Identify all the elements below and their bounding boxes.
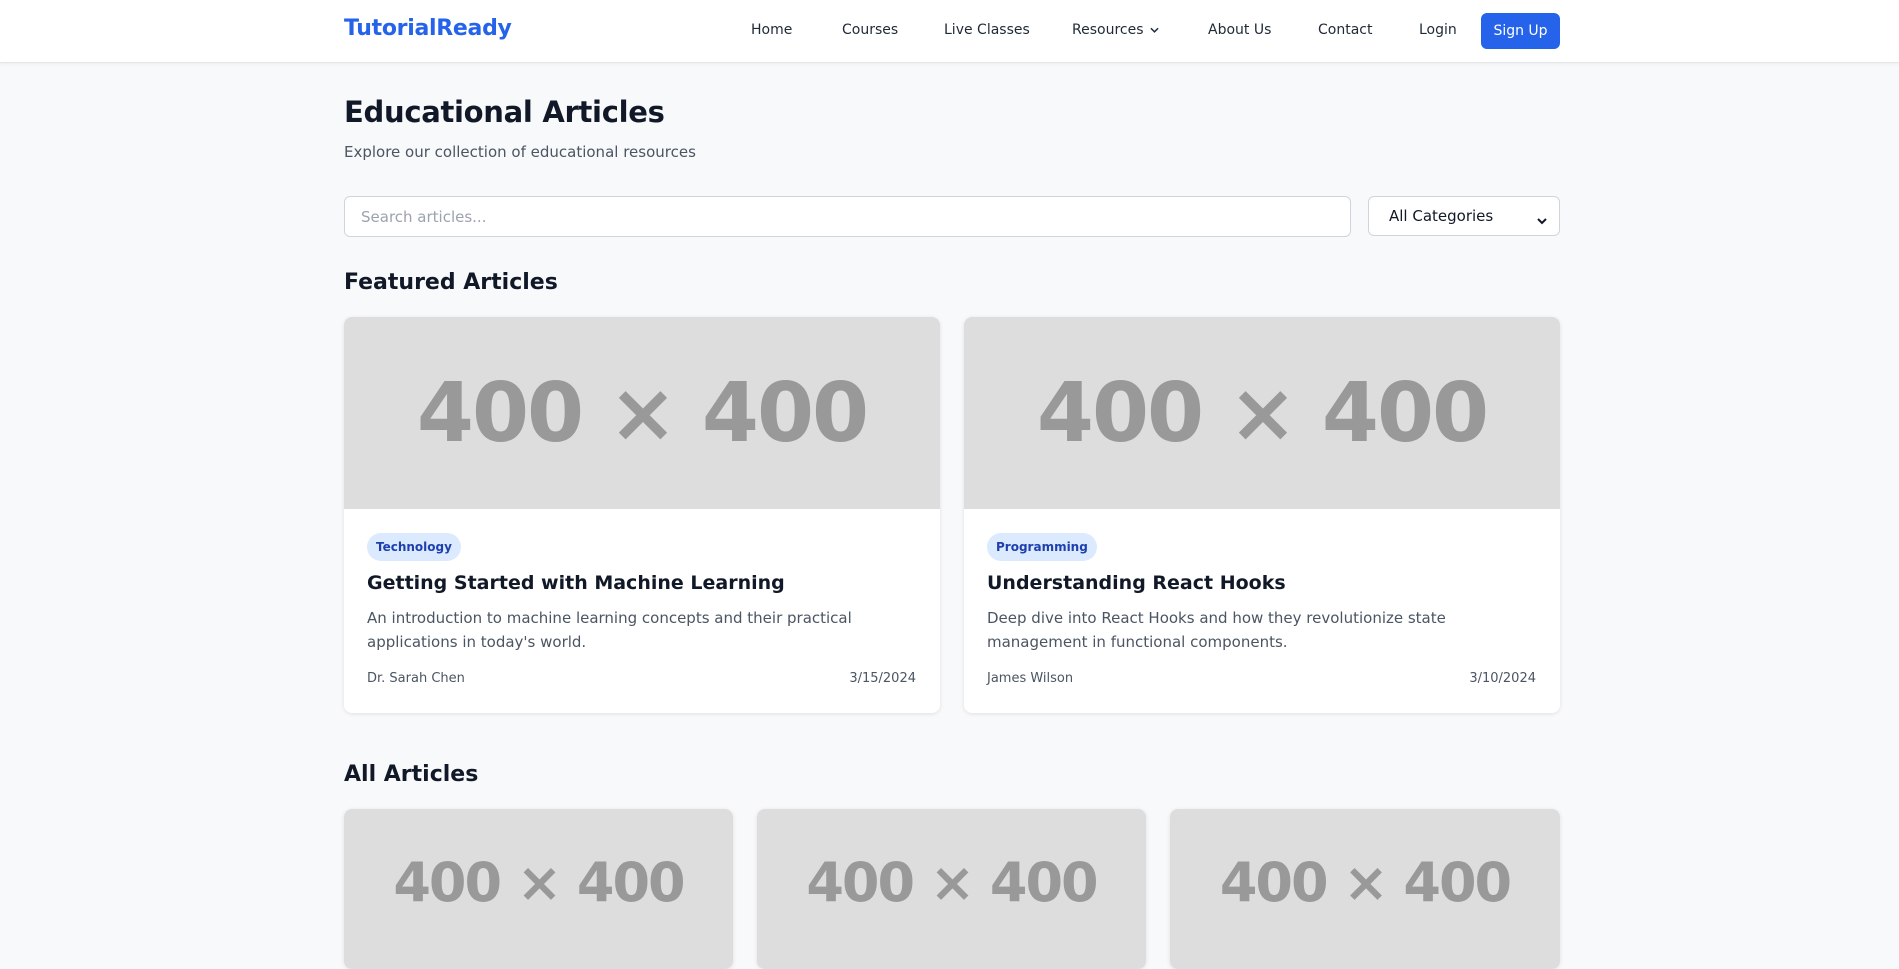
article-image-placeholder: 400 × 400 [344, 809, 733, 969]
article-description: An introduction to machine learning conc… [367, 609, 852, 651]
nav-link-contact[interactable]: Contact [1318, 22, 1372, 38]
article-description: Deep dive into React Hooks and how they … [987, 609, 1446, 651]
article-author: James Wilson [987, 671, 1074, 686]
search-articles-input[interactable] [344, 196, 1351, 237]
article-image-placeholder: 400 × 400 [757, 809, 1146, 969]
nav-link-resources-label: Resources [1072, 22, 1144, 38]
login-link[interactable]: Login [1419, 22, 1457, 38]
chevron-down-icon [1537, 211, 1547, 225]
top-navbar: TutorialReady Home Courses Live Classes … [0, 0, 1899, 63]
category-badge: Programming [987, 533, 1097, 561]
nav-link-live-classes[interactable]: Live Classes [944, 22, 1030, 38]
article-title[interactable]: Understanding React Hooks [987, 572, 1286, 594]
article-card[interactable]: 400 × 400 [1170, 809, 1560, 969]
category-select-value: All Categories [1389, 207, 1494, 225]
page-title: Educational Articles [344, 95, 665, 129]
page-subtitle: Explore our collection of educational re… [344, 143, 696, 161]
article-image-placeholder: 400 × 400 [344, 317, 940, 509]
nav-link-home[interactable]: Home [751, 22, 792, 38]
featured-articles-heading: Featured Articles [344, 270, 558, 295]
article-card[interactable]: 400 × 400 [757, 809, 1146, 969]
article-author: Dr. Sarah Chen [367, 671, 465, 686]
sign-up-button[interactable]: Sign Up [1481, 13, 1560, 49]
nav-link-resources[interactable]: Resources [1072, 22, 1159, 38]
article-title[interactable]: Getting Started with Machine Learning [367, 572, 785, 594]
featured-article-card[interactable]: 400 × 400 Technology Getting Started wit… [344, 317, 940, 713]
all-articles-heading: All Articles [344, 762, 479, 787]
main-nav: Home Courses Live Classes Resources Abou… [0, 22, 1899, 42]
category-badge: Technology [367, 533, 461, 561]
nav-link-about-us[interactable]: About Us [1208, 22, 1271, 38]
article-date: 3/10/2024 [1469, 671, 1536, 686]
featured-article-card[interactable]: 400 × 400 Programming Understanding Reac… [964, 317, 1560, 713]
article-image-placeholder: 400 × 400 [1170, 809, 1560, 969]
article-card[interactable]: 400 × 400 [344, 809, 733, 969]
nav-link-courses[interactable]: Courses [842, 22, 898, 38]
article-date: 3/15/2024 [849, 671, 916, 686]
chevron-down-icon [1149, 26, 1159, 34]
article-image-placeholder: 400 × 400 [964, 317, 1560, 509]
category-select[interactable]: All Categories [1368, 196, 1560, 236]
